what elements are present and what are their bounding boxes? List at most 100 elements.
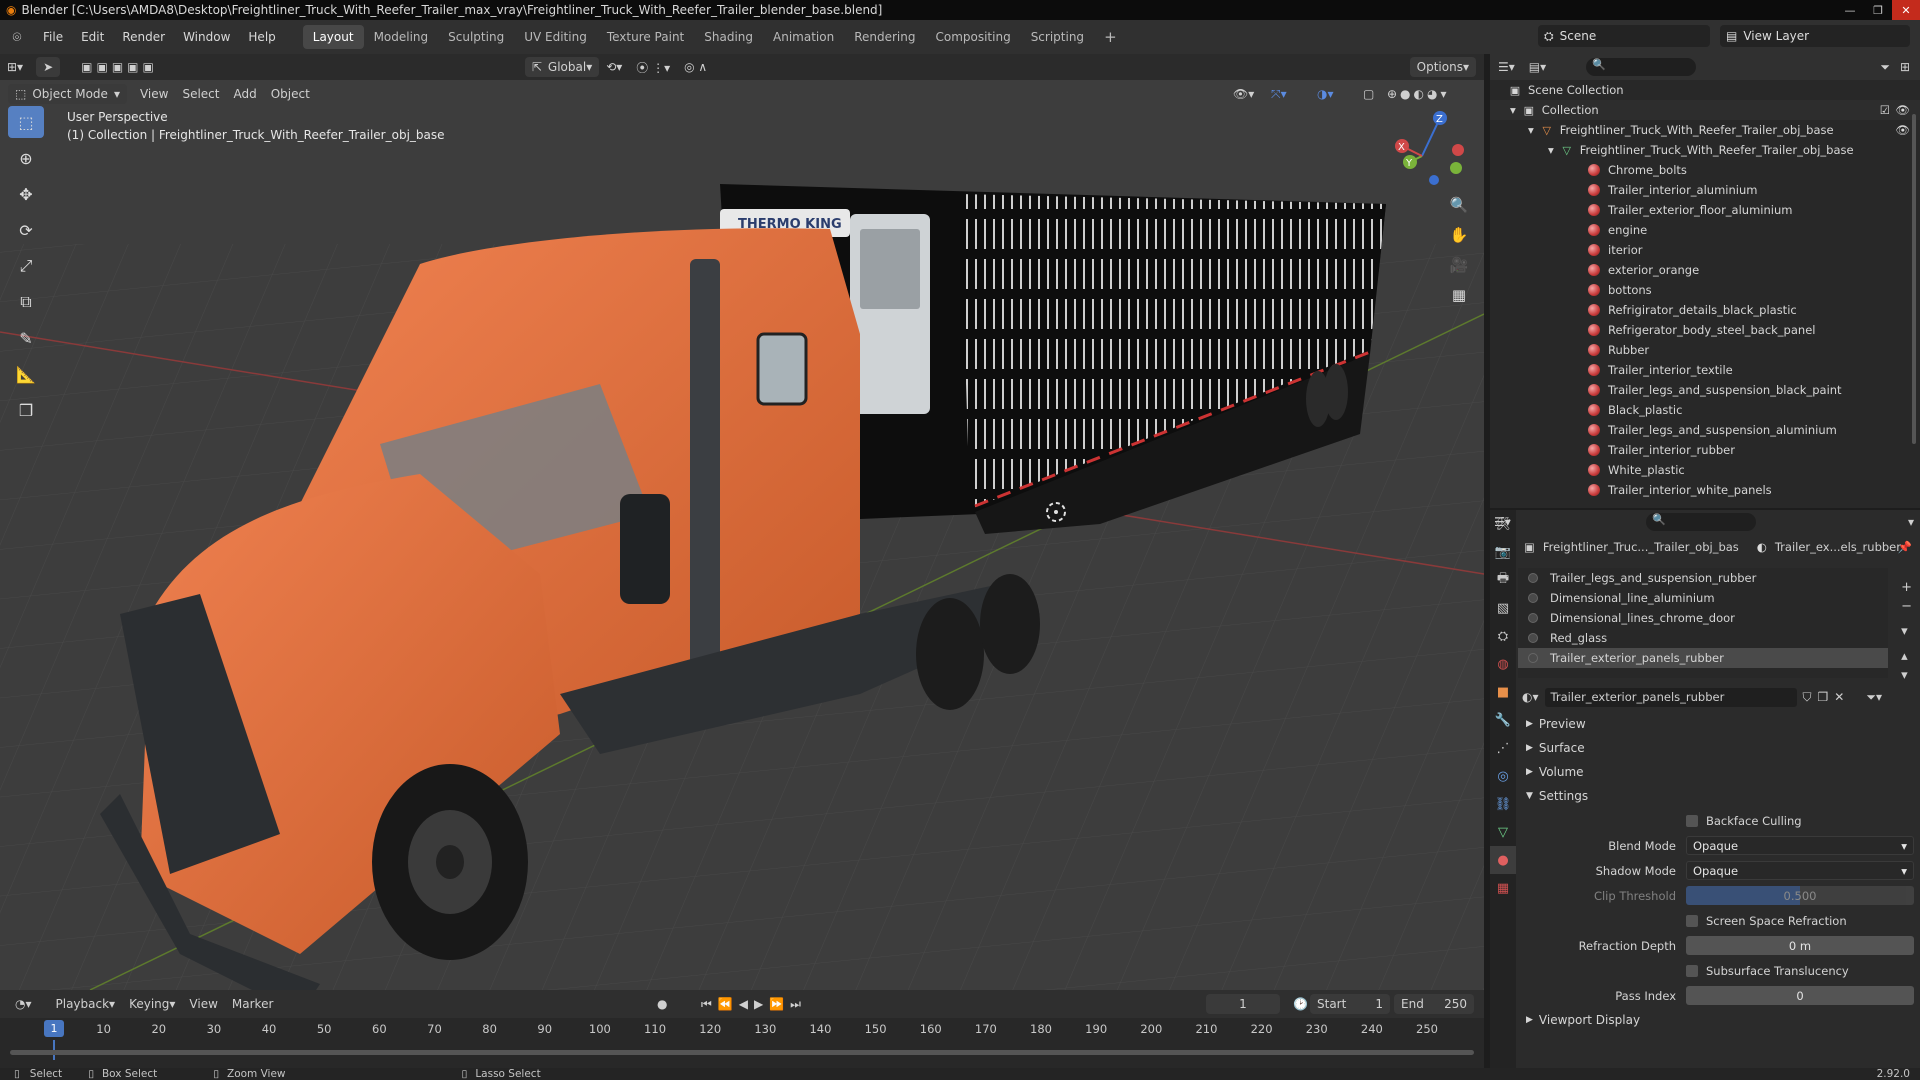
outliner-material-item[interactable]: iterior [1490, 240, 1920, 260]
end-frame-field[interactable]: End 250 [1394, 994, 1474, 1014]
menu-playback[interactable]: Playback ▾ [49, 994, 123, 1014]
outliner-material-item[interactable]: Refrigirator_details_black_plastic [1490, 300, 1920, 320]
select-box-tool[interactable]: ⬚ [8, 106, 44, 138]
menu-add[interactable]: Add [226, 84, 263, 104]
view-layer-tab-icon[interactable]: ▧ [1490, 594, 1516, 622]
outliner-material-item[interactable]: Rubber [1490, 340, 1920, 360]
options-button[interactable]: Options ▾ [1409, 57, 1476, 77]
world-tab-icon[interactable]: ◍ [1490, 650, 1516, 678]
output-tab-icon[interactable]: 🖶 [1490, 566, 1516, 594]
pin-icon[interactable]: 📌 [1898, 540, 1912, 554]
outliner-material-item[interactable]: Trailer_interior_rubber [1490, 440, 1920, 460]
filter-icon[interactable]: ⏷ [1880, 60, 1890, 75]
tab-shading[interactable]: Shading [694, 25, 763, 49]
transform-tool[interactable]: ⧉ [8, 286, 44, 318]
collection-visibility-icon[interactable]: 👁 [1895, 103, 1910, 117]
tab-layout[interactable]: Layout [302, 25, 364, 49]
tab-modeling[interactable]: Modeling [364, 25, 439, 49]
cursor-tool[interactable]: ⊕ [8, 142, 44, 174]
menu-object[interactable]: Object [264, 84, 317, 104]
snap-icon[interactable]: ⦿ ⋮▾ [629, 57, 677, 77]
navigation-gizmo[interactable]: Z Y X [1382, 108, 1478, 204]
zoom-icon[interactable]: 🔍 [1446, 192, 1472, 218]
scene-selector[interactable]: ⛭ Scene [1538, 25, 1710, 47]
camera-icon[interactable]: 🎥 [1446, 252, 1472, 278]
overlay-toggle-icon[interactable]: ◑▾ [1310, 84, 1341, 104]
menu-select[interactable]: Select [175, 84, 226, 104]
modifier-tab-icon[interactable]: 🔧 [1490, 706, 1516, 734]
object-visibility-icon[interactable]: 👁 [1895, 123, 1910, 137]
panel-settings[interactable]: ▼ Settings [1518, 784, 1920, 808]
measure-tool[interactable]: 📐 [8, 358, 44, 390]
new-collection-icon[interactable]: ⊞ [1900, 60, 1910, 74]
outliner-material-item[interactable]: Trailer_interior_white_panels [1490, 480, 1920, 500]
transform-orientation[interactable]: ⇱ Global ▾ [524, 57, 600, 77]
outliner-material-item[interactable]: Trailer_exterior_floor_aluminium [1490, 200, 1920, 220]
tab-texture-paint[interactable]: Texture Paint [597, 25, 694, 49]
minimize-button[interactable]: — [1836, 0, 1864, 20]
pan-hand-icon[interactable]: ✋ [1446, 222, 1472, 248]
material-slot[interactable]: Trailer_exterior_panels_rubber [1518, 648, 1888, 668]
outliner-material-item[interactable]: exterior_orange [1490, 260, 1920, 280]
tab-rendering[interactable]: Rendering [844, 25, 925, 49]
display-mode-icon[interactable]: ▤▾ [1529, 60, 1546, 74]
outliner-material-item[interactable]: Trailer_interior_textile [1490, 360, 1920, 380]
frame-ruler[interactable]: 1 10 20 30 40 50 60 70 80 90 100 110 120 130 140 150 160… [0, 1018, 1484, 1040]
refraction-depth-field[interactable]: 0 m [1686, 936, 1914, 955]
menu-window[interactable]: Window [174, 20, 239, 54]
unlink-material-icon[interactable]: ✕ [1834, 690, 1844, 704]
add-cube-tool[interactable]: ❒ [8, 394, 44, 426]
properties-editor-icon[interactable]: ☰▾ [1494, 515, 1511, 529]
backface-culling-row[interactable]: Backface Culling [1518, 808, 1920, 833]
screen-space-refraction-row[interactable]: Screen Space Refraction [1518, 908, 1920, 933]
subsurface-translucency-row[interactable]: Subsurface Translucency [1518, 958, 1920, 983]
mesh-expand-icon[interactable]: ▾ [1548, 143, 1554, 157]
collection-checkbox[interactable]: ☑ [1880, 103, 1890, 117]
shadow-mode-dropdown[interactable]: Opaque ▾ [1686, 861, 1914, 880]
screen-space-refraction-checkbox[interactable] [1686, 914, 1698, 927]
shading-modes-icons[interactable]: ⊕●◐◕▾ [1380, 84, 1457, 104]
add-workspace-button[interactable]: + [1094, 25, 1127, 49]
subsurface-translucency-checkbox[interactable] [1686, 964, 1698, 977]
xray-icon[interactable]: ▢ [1356, 84, 1381, 104]
outliner-material-item[interactable]: engine [1490, 220, 1920, 240]
menu-edit[interactable]: Edit [72, 20, 113, 54]
visibility-icon[interactable]: 👁▾ [1226, 84, 1261, 104]
outliner-material-item[interactable]: Trailer_legs_and_suspension_black_paint [1490, 380, 1920, 400]
material-slot[interactable]: Dimensional_line_aluminium [1518, 588, 1888, 608]
current-frame-field[interactable]: 1 [1206, 994, 1280, 1014]
collection-expand-icon[interactable]: ▾ [1510, 103, 1516, 117]
current-frame-indicator[interactable]: 1 [44, 1020, 64, 1037]
start-frame-field[interactable]: Start 1 [1310, 994, 1390, 1014]
3d-viewport[interactable]: THERMO KING [0, 54, 1484, 990]
move-slot-up-button[interactable]: ▴ [1901, 649, 1912, 664]
material-tab-icon[interactable]: ● [1490, 846, 1516, 874]
material-browse-icon[interactable]: ◐▾ [1522, 690, 1539, 704]
tab-compositing[interactable]: Compositing [925, 25, 1020, 49]
panel-viewport-display[interactable]: ▶ Viewport Display [1518, 1008, 1920, 1032]
outliner-material-item[interactable]: Trailer_interior_aluminium [1490, 180, 1920, 200]
menu-keying[interactable]: Keying ▾ [122, 994, 182, 1014]
timeline-scrollbar[interactable] [10, 1050, 1474, 1055]
scene-tab-icon[interactable]: ⛭ [1490, 622, 1516, 650]
object-tab-icon[interactable]: ■ [1490, 678, 1516, 706]
outliner-material-item[interactable]: bottons [1490, 280, 1920, 300]
menu-file[interactable]: File [34, 20, 72, 54]
outliner-editor-icon[interactable]: ☰▾ [1498, 60, 1515, 74]
gizmo-toggle-icon[interactable]: ⤧▾ [1264, 84, 1294, 104]
outliner-search-input[interactable]: 🔍 [1586, 58, 1697, 76]
scale-tool[interactable]: ⤢ [8, 250, 44, 282]
proportional-edit-icon[interactable]: ◎ ∧ [677, 57, 714, 77]
tab-scripting[interactable]: Scripting [1021, 25, 1094, 49]
menu-marker[interactable]: Marker [225, 994, 280, 1014]
move-slot-down-button[interactable]: ▾ [1901, 668, 1912, 683]
texture-tab-icon[interactable]: ▦ [1490, 874, 1516, 902]
physics-tab-icon[interactable]: ◎ [1490, 762, 1516, 790]
mode-selector[interactable]: ⬚ Object Mode ▾ [8, 84, 127, 104]
clip-threshold-slider[interactable]: 0.500 [1686, 886, 1914, 905]
tab-uv-editing[interactable]: UV Editing [514, 25, 597, 49]
outliner-mesh[interactable]: ▾ ▽ Freightliner_Truck_With_Reefer_Trail… [1490, 140, 1920, 160]
tab-animation[interactable]: Animation [763, 25, 844, 49]
outliner-object[interactable]: ▾ ▽ Freightliner_Truck_With_Reefer_Trail… [1490, 120, 1920, 140]
material-slot[interactable]: Trailer_legs_and_suspension_rubber [1518, 568, 1888, 588]
